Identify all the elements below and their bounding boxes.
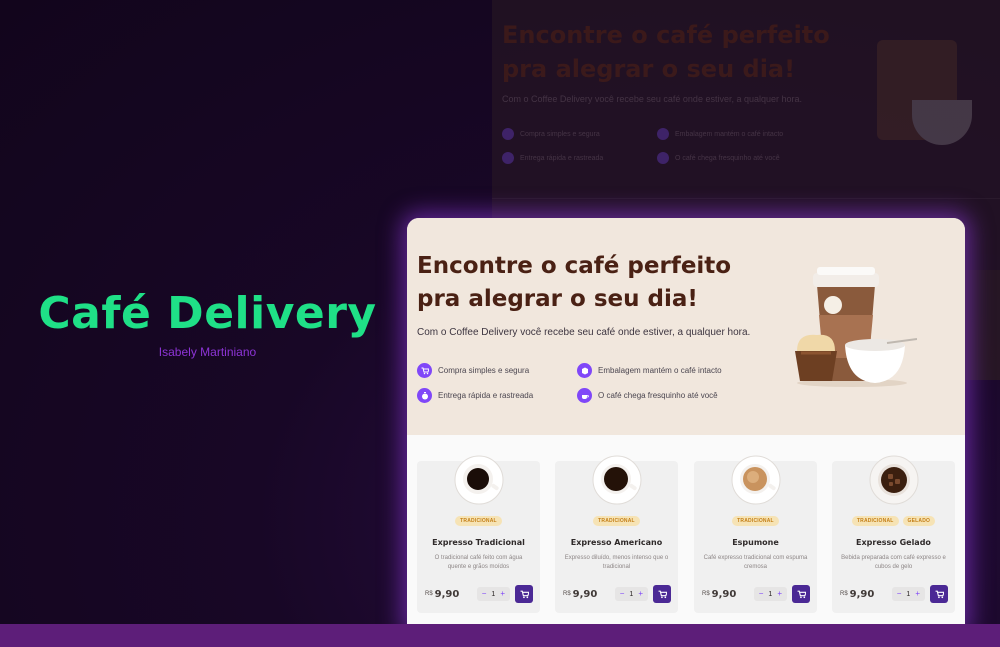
product-description: Expresso diluído, menos intenso que o tr… [564,555,669,570]
currency: R$ [702,591,710,597]
feature-item: Embalagem mantém o café intacto [577,363,722,378]
product-price: 9,90 [711,588,737,600]
decrease-button[interactable]: − [759,590,764,598]
price-row: R$ 9,90 − 1 + [840,585,948,603]
cart-icon [797,590,806,598]
coffee-cup-image [731,455,781,505]
increase-button[interactable]: + [915,590,920,598]
background-page-edge [965,270,1000,380]
coffee-icon [577,388,592,403]
currency: R$ [425,591,433,597]
product-tag: Gelado [902,516,936,526]
decrease-button[interactable]: − [620,590,625,598]
bg-feature: Embalagem mantém o café intacto [657,128,783,140]
website-preview-card: Encontre o café perfeito pra alegrar o s… [407,218,965,628]
quantity-stepper: − 1 + [753,587,787,601]
hero-subtitle: Com o Coffee Delivery você recebe seu ca… [417,327,751,338]
quantity-stepper: − 1 + [614,587,648,601]
feature-item: O café chega fresquinho até você [577,388,718,403]
product-price: 9,90 [572,588,598,600]
quantity-value: 1 [491,590,496,598]
bottom-bar [0,624,1000,647]
currency: R$ [840,591,848,597]
product-tags: Tradicional Gelado [832,516,955,526]
product-list: Tradicional Expresso Tradicional O tradi… [417,455,957,613]
product-name: Expresso Americano [570,538,663,547]
coffee-liquid [467,468,489,490]
product-price: 9,90 [849,588,875,600]
product-card: Tradicional Espumone Café expresso tradi… [694,455,817,613]
bg-feature: O café chega fresquinho até você [657,152,780,164]
timer-icon [417,388,432,403]
add-to-cart-button[interactable] [792,585,810,603]
coffee-cup-image [454,455,504,505]
package-icon [577,363,592,378]
feature-item: Entrega rápida e rastreada [417,388,533,403]
product-card: Tradicional Expresso Tradicional O tradi… [417,455,540,613]
brand-author: Isabely Martiniano [158,345,257,359]
product-price: 9,90 [434,588,460,600]
product-tags: Tradicional [555,516,678,526]
quantity-value: 1 [629,590,634,598]
cart-icon [417,363,432,378]
quantity-value: 1 [768,590,773,598]
increase-button[interactable]: + [500,590,505,598]
cart-icon [935,590,944,598]
price-row: R$ 9,90 − 1 + [563,585,671,603]
quantity-stepper: − 1 + [891,587,925,601]
product-tag: Tradicional [732,516,779,526]
decrease-button[interactable]: − [482,590,487,598]
product-card: Tradicional Expresso Americano Expresso … [555,455,678,613]
product-description: O tradicional café feito com água quente… [434,555,523,570]
currency: R$ [563,591,571,597]
quantity-stepper: − 1 + [476,587,510,601]
coffee-cup-image [592,455,642,505]
product-name: Espumone [732,538,779,547]
bg-feature: Entrega rápida e rastreada [502,152,603,164]
feature-item: Compra simples e segura [417,363,529,378]
product-name: Expresso Tradicional [432,538,525,547]
product-tag: Tradicional [593,516,640,526]
product-tag: Tradicional [851,516,899,526]
cart-icon [520,590,529,598]
decrease-button[interactable]: − [897,590,902,598]
price-row: R$ 9,90 − 1 + [425,585,533,603]
coffee-cup-image [869,455,919,505]
hero-title: Encontre o café perfeito pra alegrar o s… [417,253,732,312]
product-tag: Tradicional [455,516,502,526]
product-description: Bebida preparada com café expresso e cub… [841,555,946,570]
increase-button[interactable]: + [777,590,782,598]
brand-title: Café Delivery [38,288,377,339]
hero-section: Encontre o café perfeito pra alegrar o s… [407,218,965,435]
bg-hero-title: Encontre o café perfeito pra alegrar o s… [502,21,830,83]
cart-icon [658,590,667,598]
add-to-cart-button[interactable] [930,585,948,603]
product-name: Expresso Gelado [856,538,931,547]
price-row: R$ 9,90 − 1 + [702,585,810,603]
hero-coffee-image [795,267,917,387]
product-card: Tradicional Gelado Expresso Gelado Bebid… [832,455,955,613]
bg-hero-subtitle: Com o Coffee Delivery você recebe seu ca… [502,94,803,104]
add-to-cart-button[interactable] [515,585,533,603]
product-tags: Tradicional [694,516,817,526]
brand-block: Café Delivery Isabely Martiniano [0,288,415,359]
quantity-value: 1 [906,590,911,598]
bg-divider [492,198,1000,199]
product-tags: Tradicional [417,516,540,526]
add-to-cart-button[interactable] [653,585,671,603]
increase-button[interactable]: + [638,590,643,598]
bg-feature: Compra simples e segura [502,128,600,140]
coffee-liquid [604,467,628,491]
coffee-liquid [881,467,907,493]
product-description: Café expresso tradicional com espuma cre… [703,555,808,570]
